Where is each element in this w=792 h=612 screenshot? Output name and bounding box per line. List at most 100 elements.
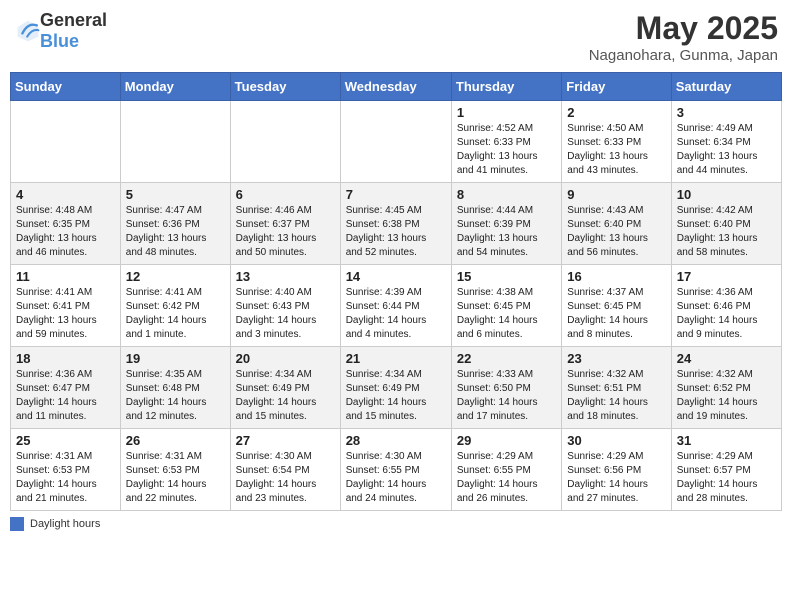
- day-number: 1: [457, 105, 556, 120]
- day-number: 29: [457, 433, 556, 448]
- day-number: 12: [126, 269, 225, 284]
- month-title: May 2025: [589, 10, 778, 47]
- day-info: Sunrise: 4:33 AM Sunset: 6:50 PM Dayligh…: [457, 368, 556, 424]
- day-info: Sunrise: 4:52 AM Sunset: 6:33 PM Dayligh…: [457, 122, 556, 178]
- calendar-cell: 10 Sunrise: 4:42 AM Sunset: 6:40 PM Dayli…: [671, 183, 781, 265]
- day-number: 28: [346, 433, 446, 448]
- day-info: Sunrise: 4:34 AM Sunset: 6:49 PM Dayligh…: [236, 368, 335, 424]
- day-info: Sunrise: 4:41 AM Sunset: 6:42 PM Dayligh…: [126, 286, 225, 342]
- calendar-cell: 6Sunrise: 4:46 AM Sunset: 6:37 PM Daylig…: [230, 183, 340, 265]
- calendar-cell: 27Sunrise: 4:30 AM Sunset: 6:54 PM Dayli…: [230, 429, 340, 511]
- calendar-week-row: 1 Sunrise: 4:52 AM Sunset: 6:33 PM Daylig…: [11, 101, 782, 183]
- day-number: 3: [677, 105, 776, 120]
- calendar-cell: 28 Sunrise: 4:30 AM Sunset: 6:55 PM Dayli…: [340, 429, 451, 511]
- day-info: Sunrise: 4:30 AM Sunset: 6:54 PM Dayligh…: [236, 450, 335, 506]
- calendar-cell: 1 Sunrise: 4:52 AM Sunset: 6:33 PM Daylig…: [451, 101, 561, 183]
- day-number: 11: [16, 269, 115, 284]
- day-number: 9: [567, 187, 665, 202]
- day-number: 24: [677, 351, 776, 366]
- day-number: 26: [126, 433, 225, 448]
- calendar-cell: 9Sunrise: 4:43 AM Sunset: 6:40 PM Daylig…: [562, 183, 671, 265]
- logo-icon: [16, 19, 40, 43]
- day-info: Sunrise: 4:29 AM Sunset: 6:56 PM Dayligh…: [567, 450, 665, 506]
- day-info: Sunrise: 4:29 AM Sunset: 6:55 PM Dayligh…: [457, 450, 556, 506]
- calendar-cell: 19 Sunrise: 4:35 AM Sunset: 6:48 PM Dayli…: [120, 347, 230, 429]
- footer: Daylight hours: [10, 517, 782, 531]
- day-info: Sunrise: 4:31 AM Sunset: 6:53 PM Dayligh…: [16, 450, 115, 506]
- day-info: Sunrise: 4:42 AM Sunset: 6:40 PM Dayligh…: [677, 204, 776, 260]
- calendar-cell: 13Sunrise: 4:40 AM Sunset: 6:43 PM Dayli…: [230, 265, 340, 347]
- day-number: 21: [346, 351, 446, 366]
- calendar-week-row: 25 Sunrise: 4:31 AM Sunset: 6:53 PM Dayli…: [11, 429, 782, 511]
- calendar-col-header: Thursday: [451, 73, 561, 101]
- day-number: 20: [236, 351, 335, 366]
- day-number: 25: [16, 433, 115, 448]
- day-info: Sunrise: 4:29 AM Sunset: 6:57 PM Dayligh…: [677, 450, 776, 506]
- day-number: 15: [457, 269, 556, 284]
- day-number: 14: [346, 269, 446, 284]
- calendar-week-row: 4Sunrise: 4:48 AM Sunset: 6:35 PM Daylig…: [11, 183, 782, 265]
- calendar-col-header: Friday: [562, 73, 671, 101]
- day-number: 2: [567, 105, 665, 120]
- day-info: Sunrise: 4:34 AM Sunset: 6:49 PM Dayligh…: [346, 368, 446, 424]
- calendar-cell: 31 Sunrise: 4:29 AM Sunset: 6:57 PM Dayli…: [671, 429, 781, 511]
- legend-box: [10, 517, 24, 531]
- calendar-table: SundayMondayTuesdayWednesdayThursdayFrid…: [10, 72, 782, 511]
- day-info: Sunrise: 4:31 AM Sunset: 6:53 PM Dayligh…: [126, 450, 225, 506]
- day-info: Sunrise: 4:48 AM Sunset: 6:35 PM Dayligh…: [16, 204, 115, 260]
- calendar-header-row: SundayMondayTuesdayWednesdayThursdayFrid…: [11, 73, 782, 101]
- calendar-cell: [340, 101, 451, 183]
- day-info: Sunrise: 4:39 AM Sunset: 6:44 PM Dayligh…: [346, 286, 446, 342]
- calendar-cell: 17Sunrise: 4:36 AM Sunset: 6:46 PM Dayli…: [671, 265, 781, 347]
- calendar-col-header: Wednesday: [340, 73, 451, 101]
- calendar-col-header: Saturday: [671, 73, 781, 101]
- day-number: 18: [16, 351, 115, 366]
- calendar-cell: 5 Sunrise: 4:47 AM Sunset: 6:36 PM Daylig…: [120, 183, 230, 265]
- calendar-cell: 18 Sunrise: 4:36 AM Sunset: 6:47 PM Dayli…: [11, 347, 121, 429]
- day-info: Sunrise: 4:32 AM Sunset: 6:52 PM Dayligh…: [677, 368, 776, 424]
- day-info: Sunrise: 4:37 AM Sunset: 6:45 PM Dayligh…: [567, 286, 665, 342]
- day-info: Sunrise: 4:32 AM Sunset: 6:51 PM Dayligh…: [567, 368, 665, 424]
- day-number: 10: [677, 187, 776, 202]
- day-info: Sunrise: 4:50 AM Sunset: 6:33 PM Dayligh…: [567, 122, 665, 178]
- day-info: Sunrise: 4:38 AM Sunset: 6:45 PM Dayligh…: [457, 286, 556, 342]
- calendar-cell: 12 Sunrise: 4:41 AM Sunset: 6:42 PM Dayli…: [120, 265, 230, 347]
- calendar-cell: 4Sunrise: 4:48 AM Sunset: 6:35 PM Daylig…: [11, 183, 121, 265]
- day-info: Sunrise: 4:40 AM Sunset: 6:43 PM Dayligh…: [236, 286, 335, 342]
- calendar-col-header: Sunday: [11, 73, 121, 101]
- calendar-cell: 11Sunrise: 4:41 AM Sunset: 6:41 PM Dayli…: [11, 265, 121, 347]
- calendar-cell: 30Sunrise: 4:29 AM Sunset: 6:56 PM Dayli…: [562, 429, 671, 511]
- calendar-cell: 25 Sunrise: 4:31 AM Sunset: 6:53 PM Dayli…: [11, 429, 121, 511]
- calendar-cell: 22Sunrise: 4:33 AM Sunset: 6:50 PM Dayli…: [451, 347, 561, 429]
- calendar-col-header: Monday: [120, 73, 230, 101]
- day-number: 19: [126, 351, 225, 366]
- day-info: Sunrise: 4:35 AM Sunset: 6:48 PM Dayligh…: [126, 368, 225, 424]
- calendar-week-row: 11Sunrise: 4:41 AM Sunset: 6:41 PM Dayli…: [11, 265, 782, 347]
- calendar-cell: 8 Sunrise: 4:44 AM Sunset: 6:39 PM Daylig…: [451, 183, 561, 265]
- calendar-col-header: Tuesday: [230, 73, 340, 101]
- day-info: Sunrise: 4:46 AM Sunset: 6:37 PM Dayligh…: [236, 204, 335, 260]
- day-info: Sunrise: 4:47 AM Sunset: 6:36 PM Dayligh…: [126, 204, 225, 260]
- day-number: 23: [567, 351, 665, 366]
- day-number: 16: [567, 269, 665, 284]
- calendar-cell: [11, 101, 121, 183]
- calendar-cell: 3Sunrise: 4:49 AM Sunset: 6:34 PM Daylig…: [671, 101, 781, 183]
- page-header: General Blue May 2025 Naganohara, Gunma,…: [10, 10, 782, 64]
- calendar-cell: 21 Sunrise: 4:34 AM Sunset: 6:49 PM Dayli…: [340, 347, 451, 429]
- day-info: Sunrise: 4:45 AM Sunset: 6:38 PM Dayligh…: [346, 204, 446, 260]
- calendar-cell: 20 Sunrise: 4:34 AM Sunset: 6:49 PM Dayli…: [230, 347, 340, 429]
- day-number: 31: [677, 433, 776, 448]
- calendar-cell: 15 Sunrise: 4:38 AM Sunset: 6:45 PM Dayli…: [451, 265, 561, 347]
- calendar-cell: 26 Sunrise: 4:31 AM Sunset: 6:53 PM Dayli…: [120, 429, 230, 511]
- calendar-cell: [230, 101, 340, 183]
- day-info: Sunrise: 4:44 AM Sunset: 6:39 PM Dayligh…: [457, 204, 556, 260]
- day-info: Sunrise: 4:36 AM Sunset: 6:47 PM Dayligh…: [16, 368, 115, 424]
- logo-general-text: General: [40, 10, 107, 30]
- calendar-cell: 16 Sunrise: 4:37 AM Sunset: 6:45 PM Dayli…: [562, 265, 671, 347]
- day-info: Sunrise: 4:30 AM Sunset: 6:55 PM Dayligh…: [346, 450, 446, 506]
- calendar-cell: 23 Sunrise: 4:32 AM Sunset: 6:51 PM Dayli…: [562, 347, 671, 429]
- day-number: 17: [677, 269, 776, 284]
- day-number: 5: [126, 187, 225, 202]
- day-number: 8: [457, 187, 556, 202]
- location-title: Naganohara, Gunma, Japan: [589, 47, 778, 64]
